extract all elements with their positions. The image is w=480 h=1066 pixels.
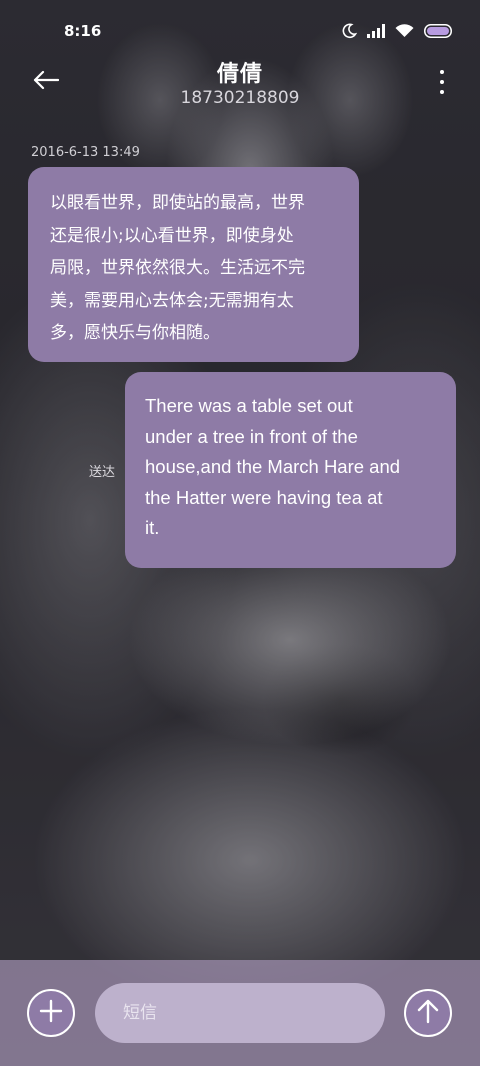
status-time: 8:16 xyxy=(64,22,102,40)
signal-icon xyxy=(367,24,385,38)
message-timestamp: 2016-6-13 13:49 xyxy=(31,145,140,160)
moon-icon xyxy=(341,23,357,39)
message-line: 还是很小;以心看世界，即使身处 xyxy=(50,225,294,246)
status-bar: 8:16 xyxy=(0,0,480,62)
message-line: 美，需要用心去体会;无需拥有太 xyxy=(50,290,294,311)
contact-name: 倩倩 xyxy=(216,62,263,87)
message-composer xyxy=(0,960,480,1066)
more-options-button[interactable] xyxy=(436,70,448,94)
sms-input[interactable] xyxy=(95,983,385,1043)
wifi-icon xyxy=(395,24,414,38)
add-attachment-button[interactable] xyxy=(27,989,75,1037)
contact-number: 18730218809 xyxy=(180,88,300,108)
message-line: 局限，世界依然很大。生活远不完 xyxy=(50,258,305,278)
message-line: 多，愿快乐与你相随。 xyxy=(50,323,220,343)
outgoing-message-bubble[interactable]: There was a table set out under a tree i… xyxy=(125,372,456,568)
battery-icon xyxy=(424,24,452,38)
conversation-header: 倩倩 18730218809 xyxy=(0,54,480,114)
arrow-up-icon xyxy=(417,998,439,1028)
message-line: house,and the March Hare and xyxy=(145,456,401,477)
more-vertical-icon-dot xyxy=(440,90,444,94)
more-vertical-icon-dot xyxy=(440,80,444,84)
message-line: 以眼看世界，即使站的最高，世界 xyxy=(50,193,305,213)
message-line: under a tree in front of the xyxy=(145,425,358,447)
message-line: it. xyxy=(145,517,160,538)
delivery-status: 送达 xyxy=(89,465,116,480)
more-vertical-icon-dot xyxy=(440,70,444,74)
message-line: There was a table set out xyxy=(145,395,353,416)
plus-icon xyxy=(39,999,63,1027)
send-button[interactable] xyxy=(404,989,452,1037)
message-line: the Hatter were having tea at xyxy=(145,486,383,508)
status-icons xyxy=(341,23,452,39)
incoming-message-bubble[interactable]: 以眼看世界，即使站的最高，世界 还是很小;以心看世界，即使身处 局限，世界依然很… xyxy=(28,167,359,362)
